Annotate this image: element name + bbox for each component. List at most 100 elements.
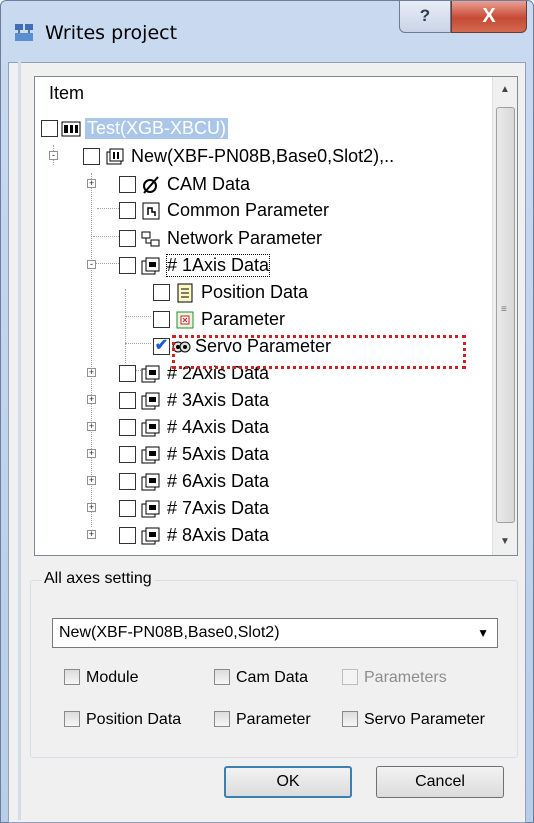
checkbox[interactable] <box>119 500 136 517</box>
module-icon <box>106 148 124 165</box>
position-icon <box>177 283 193 303</box>
tree-row-cam-data[interactable]: + CAM Data <box>35 173 495 199</box>
tree-label: # 1Axis Data <box>165 254 271 277</box>
tree-row-axis-1[interactable]: - # 1Axis Data <box>35 254 495 280</box>
tree-row-parameter[interactable]: Parameter <box>35 308 495 334</box>
tree-label: # 5Axis Data <box>167 444 270 464</box>
tree-row-axis-7[interactable]: + # 7Axis Data <box>35 497 495 523</box>
tree-row-root[interactable]: Test(XGB-XBCU) <box>35 117 495 143</box>
checkbox-label: Parameters <box>364 669 447 686</box>
parameter-checkbox[interactable]: Parameter <box>214 711 311 729</box>
checkbox[interactable] <box>214 669 230 685</box>
axis-icon <box>141 527 160 545</box>
network-icon <box>141 231 160 247</box>
grip-icon: ≡ <box>501 304 507 315</box>
expand-toggle[interactable]: + <box>87 179 96 188</box>
tree-label: Position Data <box>201 282 309 302</box>
tree-scrollbar[interactable]: ▲ ≡ ▼ <box>492 77 517 555</box>
tree-header: Item <box>49 83 85 103</box>
tree-row-network-parameter[interactable]: Network Parameter <box>35 227 495 253</box>
tree-label: # 7Axis Data <box>167 498 270 518</box>
tree-label: # 8Axis Data <box>167 525 270 545</box>
axis-icon <box>141 392 160 410</box>
tree-label: Parameter <box>201 309 286 329</box>
checkbox[interactable] <box>83 148 100 165</box>
tree-label: # 3Axis Data <box>167 390 270 410</box>
parameter-icon <box>176 311 194 329</box>
tree-row-common-parameter[interactable]: Common Parameter <box>35 199 495 225</box>
checkbox[interactable] <box>214 711 230 727</box>
title-bar[interactable]: Writes project ? X <box>1 1 533 63</box>
checkbox-label: Cam Data <box>236 669 309 686</box>
axis-icon <box>141 365 160 383</box>
window-title: Writes project <box>45 22 178 44</box>
expand-toggle[interactable]: + <box>87 422 96 431</box>
tree-label: Test(XGB-XBCU) <box>85 118 229 139</box>
project-tree[interactable]: Item Test(XGB-XBCU) - New(XBF-PN08B,Base… <box>34 76 518 556</box>
collapse-toggle[interactable]: - <box>49 151 58 160</box>
checkbox[interactable] <box>119 230 136 247</box>
cam-data-checkbox[interactable]: Cam Data <box>214 669 308 687</box>
collapse-toggle[interactable]: - <box>87 260 96 269</box>
cam-icon <box>143 176 159 194</box>
checkbox-label: Position Data <box>86 711 182 728</box>
help-button[interactable]: ? <box>399 1 451 33</box>
checkbox[interactable] <box>119 446 136 463</box>
checkbox[interactable] <box>64 669 80 685</box>
tree-label: # 4Axis Data <box>167 417 270 437</box>
checkbox[interactable] <box>119 527 136 544</box>
tree-row-module[interactable]: - New(XBF-PN08B,Base0,Slot2),.. <box>35 145 495 171</box>
expand-toggle[interactable]: + <box>87 530 96 539</box>
module-checkbox[interactable]: Module <box>64 669 138 687</box>
tree-label: CAM Data <box>167 174 251 194</box>
expand-toggle[interactable]: + <box>87 368 96 377</box>
expand-toggle[interactable]: + <box>87 503 96 512</box>
checkbox[interactable] <box>342 711 358 727</box>
checkbox[interactable] <box>119 176 136 193</box>
tree-label: # 6Axis Data <box>167 471 270 491</box>
checkbox-checked[interactable]: ✔ <box>153 338 170 355</box>
servo-parameter-checkbox[interactable]: Servo Parameter <box>342 711 485 729</box>
tree-row-axis-6[interactable]: + # 6Axis Data <box>35 470 495 496</box>
checkbox[interactable] <box>119 419 136 436</box>
checkbox-label: Parameter <box>236 711 311 728</box>
axis-icon <box>141 257 160 275</box>
tree-row-axis-8[interactable]: + # 8Axis Data <box>35 524 495 550</box>
expand-toggle[interactable]: + <box>87 476 96 485</box>
cancel-button[interactable]: Cancel <box>376 766 504 798</box>
axis-icon <box>141 500 160 518</box>
checkbox <box>342 669 358 685</box>
expand-toggle[interactable]: + <box>87 449 96 458</box>
ok-button[interactable]: OK <box>224 766 352 798</box>
tree-row-axis-4[interactable]: + # 4Axis Data <box>35 416 495 442</box>
checkbox[interactable] <box>119 392 136 409</box>
left-border <box>18 60 21 820</box>
checkbox-label: Module <box>86 669 139 686</box>
checkbox[interactable] <box>119 473 136 490</box>
tree-row-axis-3[interactable]: + # 3Axis Data <box>35 389 495 415</box>
checkbox[interactable] <box>153 311 170 328</box>
module-select[interactable]: New(XBF-PN08B,Base0,Slot2) ▼ <box>52 618 498 648</box>
scroll-down-arrow-icon[interactable]: ▼ <box>493 531 517 553</box>
group-title: All axes setting <box>42 570 154 588</box>
expand-toggle[interactable]: + <box>87 395 96 404</box>
write-project-icon <box>15 24 33 41</box>
tree-row-position-data[interactable]: Position Data <box>35 281 495 307</box>
position-data-checkbox[interactable]: Position Data <box>64 711 181 729</box>
checkbox[interactable] <box>64 711 80 727</box>
scroll-up-arrow-icon[interactable]: ▲ <box>493 79 517 101</box>
tree-label: Network Parameter <box>167 228 323 248</box>
scroll-thumb[interactable]: ≡ <box>496 107 515 523</box>
close-button[interactable]: X <box>451 1 527 33</box>
tree-row-axis-5[interactable]: + # 5Axis Data <box>35 443 495 469</box>
checkbox-label: Servo Parameter <box>364 711 485 728</box>
checkbox[interactable] <box>41 120 58 137</box>
parameters-checkbox: Parameters <box>342 669 447 687</box>
checkbox[interactable] <box>119 365 136 382</box>
checkbox[interactable] <box>153 284 170 301</box>
plc-icon <box>61 121 81 137</box>
chevron-down-icon[interactable]: ▼ <box>477 619 489 647</box>
checkbox[interactable] <box>119 257 136 274</box>
checkbox[interactable] <box>119 202 136 219</box>
tree-label: New(XBF-PN08B,Base0,Slot2),.. <box>131 146 395 166</box>
